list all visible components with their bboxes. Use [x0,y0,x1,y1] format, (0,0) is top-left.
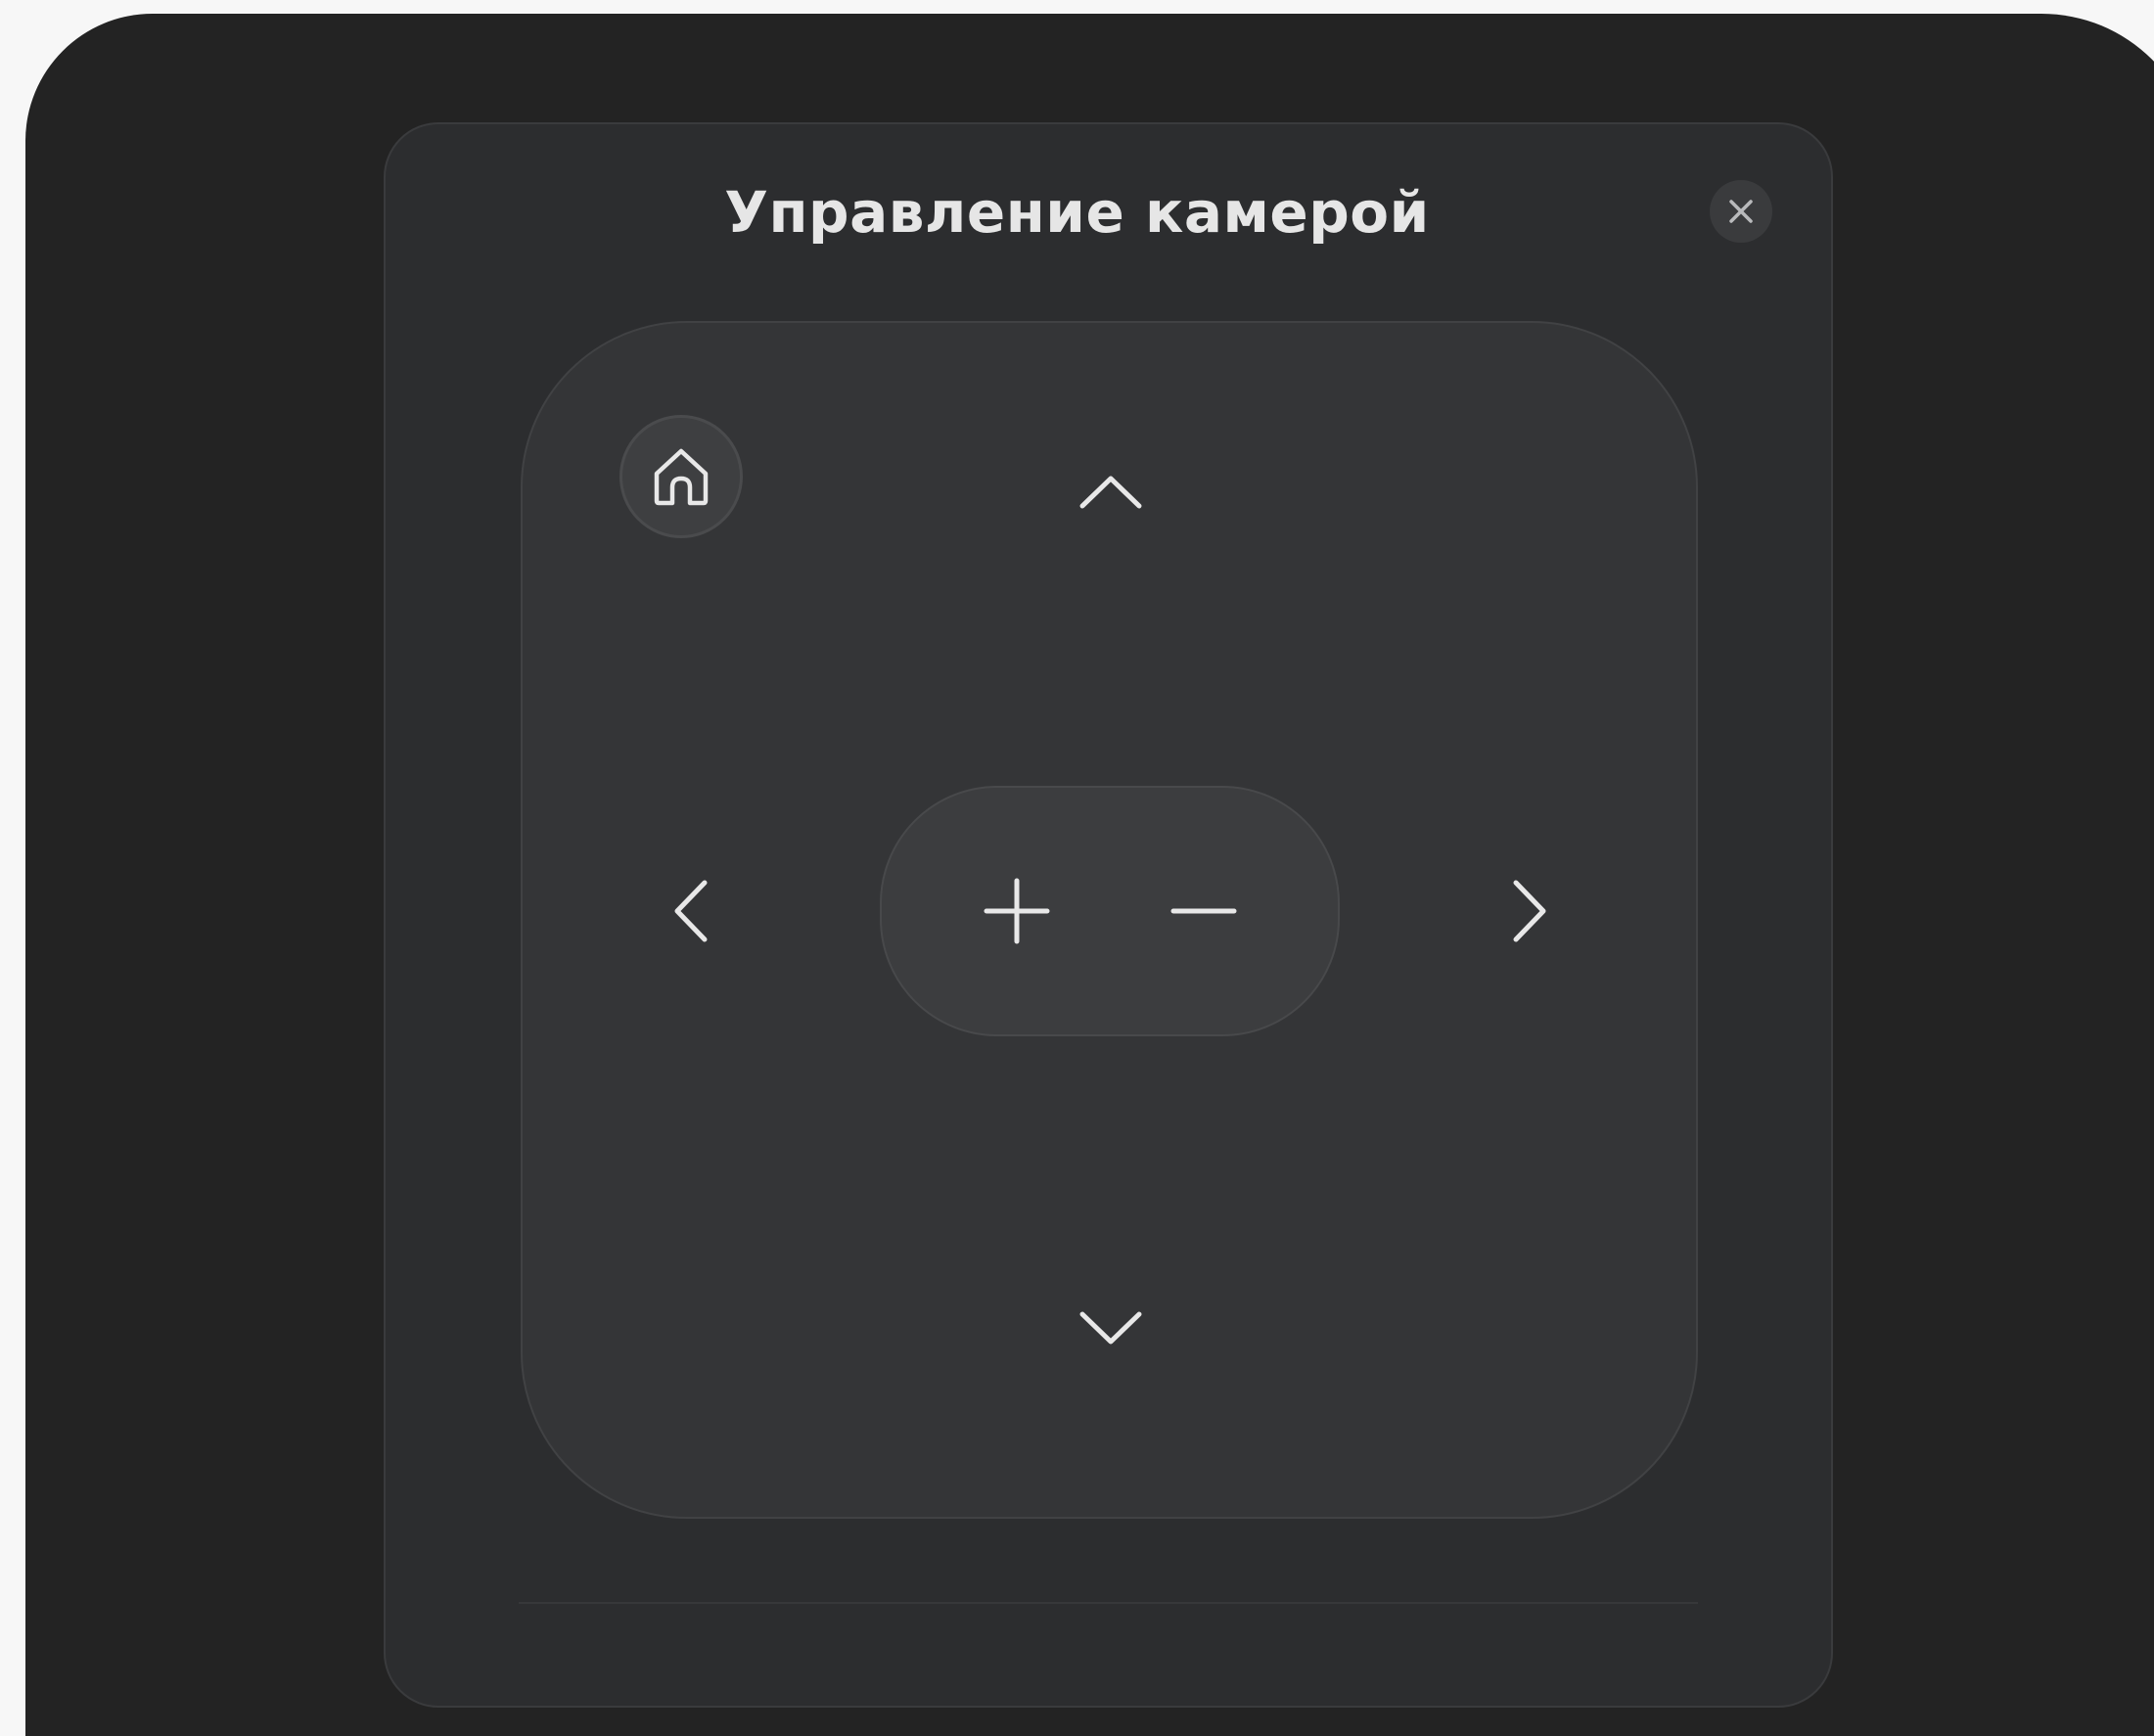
section-divider [519,1602,1698,1604]
pan-up-button[interactable] [1057,438,1165,546]
plus-icon [984,878,1050,944]
close-icon [1729,200,1753,223]
zoom-control [880,786,1340,1036]
chevron-right-icon [1513,880,1546,942]
pan-right-button[interactable] [1476,857,1583,965]
close-button[interactable] [1710,180,1772,243]
pan-left-button[interactable] [637,857,745,965]
minus-icon [1170,908,1237,914]
home-icon [654,448,709,506]
zoom-out-button[interactable] [1150,857,1258,965]
pan-down-button[interactable] [1057,1274,1165,1382]
chevron-left-icon [674,880,708,942]
dialog-title: Управление камерой [724,179,1430,246]
zoom-in-button[interactable] [963,857,1071,965]
chevron-up-icon [1079,476,1142,509]
home-position-button[interactable] [619,415,743,538]
chevron-down-icon [1079,1311,1142,1345]
